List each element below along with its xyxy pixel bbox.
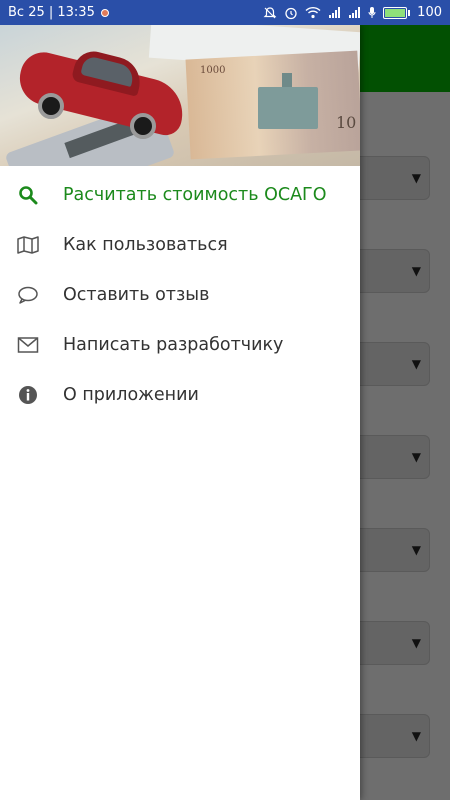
drawer-header-image: 1000 10 xyxy=(0,25,360,166)
signal-icon xyxy=(348,6,361,19)
battery-level: 100 xyxy=(417,5,442,20)
menu-item-label: О приложении xyxy=(63,385,199,405)
menu-item-calculate[interactable]: Расчитать стоимость ОСАГО xyxy=(0,170,360,220)
status-bar: Вс 25 | 13:35 100 xyxy=(0,0,450,25)
banknote-building xyxy=(258,73,318,129)
toy-car xyxy=(14,47,190,139)
alarm-icon xyxy=(284,6,298,20)
dropdown-arrow-icon: ▼ xyxy=(411,543,421,557)
dropdown-arrow-icon: ▼ xyxy=(411,171,421,185)
info-icon xyxy=(17,384,39,406)
mute-icon xyxy=(263,6,277,20)
menu-item-how-to-use[interactable]: Как пользоваться xyxy=(0,220,360,270)
dropdown-arrow-icon: ▼ xyxy=(411,729,421,743)
dropdown-arrow-icon: ▼ xyxy=(411,450,421,464)
mail-icon xyxy=(17,334,39,356)
search-icon xyxy=(17,184,39,206)
menu-item-feedback[interactable]: Оставить отзыв xyxy=(0,270,360,320)
status-time: Вс 25 | 13:35 xyxy=(8,5,95,20)
menu-item-label: Оставить отзыв xyxy=(63,285,210,305)
banknote-denomination-right: 10 xyxy=(336,113,357,132)
navigation-drawer: 1000 10 Расчитать стоимость ОСАГО Как по… xyxy=(0,25,360,800)
menu-item-contact-developer[interactable]: Написать разработчику xyxy=(0,320,360,370)
battery-icon xyxy=(383,6,411,19)
drawer-menu: Расчитать стоимость ОСАГО Как пользовать… xyxy=(0,166,360,420)
wifi-icon xyxy=(305,6,321,19)
map-icon xyxy=(17,234,39,256)
menu-item-label: Написать разработчику xyxy=(63,335,284,355)
signal-icon xyxy=(328,6,341,19)
menu-item-about[interactable]: О приложении xyxy=(0,370,360,420)
chat-bubble-icon xyxy=(17,284,39,306)
banknote-denomination: 1000 xyxy=(200,65,226,76)
menu-item-label: Как пользоваться xyxy=(63,235,228,255)
mic-icon xyxy=(368,6,376,19)
notification-icon xyxy=(100,8,109,17)
dropdown-arrow-icon: ▼ xyxy=(411,636,421,650)
dropdown-arrow-icon: ▼ xyxy=(411,264,421,278)
dropdown-arrow-icon: ▼ xyxy=(411,357,421,371)
menu-item-label: Расчитать стоимость ОСАГО xyxy=(63,185,327,205)
